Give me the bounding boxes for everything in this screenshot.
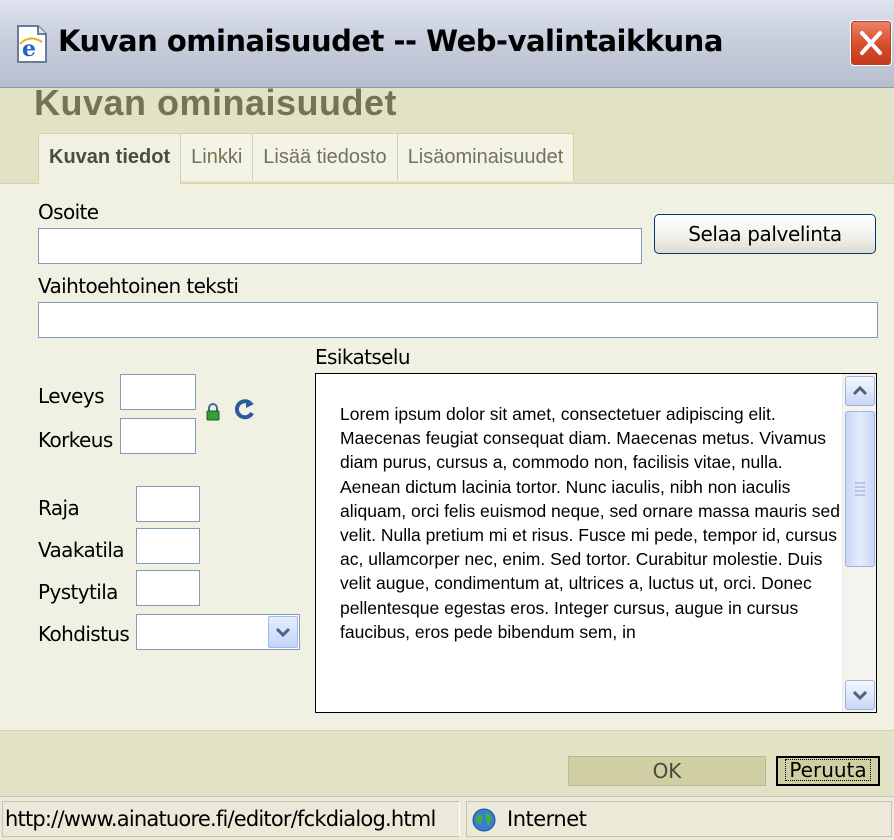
- border-input[interactable]: [136, 486, 200, 522]
- cancel-button[interactable]: Peruuta: [776, 756, 880, 786]
- border-label: Raja: [38, 496, 80, 520]
- tab-image-info[interactable]: Kuvan tiedot: [38, 133, 182, 185]
- scroll-up-button[interactable]: [845, 376, 875, 406]
- preview-scrollbar[interactable]: [842, 374, 876, 712]
- url-input[interactable]: [38, 228, 642, 264]
- height-input[interactable]: [120, 418, 196, 454]
- alt-text-input[interactable]: [38, 302, 878, 338]
- cancel-button-label: Peruuta: [785, 759, 871, 781]
- reset-size-icon[interactable]: [232, 396, 258, 422]
- vspace-input[interactable]: [136, 570, 200, 606]
- height-label: Korkeus: [38, 428, 113, 452]
- security-zone-label: Internet: [507, 807, 587, 831]
- tab-strip: Kuvan tiedot Linkki Lisää tiedosto Lisäo…: [38, 133, 575, 185]
- close-button[interactable]: [850, 20, 892, 66]
- scroll-thumb[interactable]: [845, 411, 875, 567]
- status-bar: http://www.ainatuore.fi/editor/fckdialog…: [0, 796, 894, 840]
- vspace-label: Pystytila: [38, 580, 118, 604]
- url-label: Osoite: [38, 200, 99, 224]
- hspace-input[interactable]: [136, 528, 200, 564]
- window-title: Kuvan ominaisuudet -- Web-valintaikkuna: [58, 24, 723, 58]
- chevron-up-icon: [852, 385, 868, 396]
- chevron-down-icon: [852, 690, 868, 701]
- ie-page-icon: e: [17, 25, 47, 63]
- grip-icon: [855, 482, 865, 496]
- globe-icon: [472, 808, 496, 832]
- width-label: Leveys: [38, 384, 105, 408]
- align-dropdown-button[interactable]: [268, 616, 298, 648]
- scroll-down-button[interactable]: [845, 680, 875, 710]
- tab-link[interactable]: Linkki: [180, 133, 254, 181]
- dialog-title: Kuvan ominaisuudet: [34, 82, 398, 123]
- tab-advanced[interactable]: Lisäominaisuudet: [396, 133, 575, 181]
- align-label: Kohdistus: [38, 622, 130, 646]
- browse-server-button[interactable]: Selaa palvelinta: [654, 214, 876, 254]
- align-select[interactable]: [136, 614, 300, 650]
- chevron-down-icon: [275, 627, 291, 638]
- window-titlebar[interactable]: e Kuvan ominaisuudet -- Web-valintaikkun…: [0, 0, 894, 88]
- lock-icon[interactable]: [205, 402, 221, 422]
- hspace-label: Vaakatila: [38, 538, 125, 562]
- preview-label: Esikatselu: [315, 345, 411, 369]
- tab-upload[interactable]: Lisää tiedosto: [252, 133, 398, 181]
- alt-text-label: Vaihtoehtoinen teksti: [38, 274, 239, 298]
- close-icon: [860, 31, 882, 55]
- security-zone[interactable]: Internet: [466, 801, 892, 837]
- preview-text: Lorem ipsum dolor sit amet, consectetuer…: [340, 404, 840, 642]
- width-input[interactable]: [120, 374, 196, 410]
- ok-button[interactable]: OK: [568, 756, 766, 786]
- preview-pane: Lorem ipsum dolor sit amet, consectetuer…: [315, 373, 877, 713]
- status-url: http://www.ainatuore.fi/editor/fckdialog…: [2, 801, 460, 837]
